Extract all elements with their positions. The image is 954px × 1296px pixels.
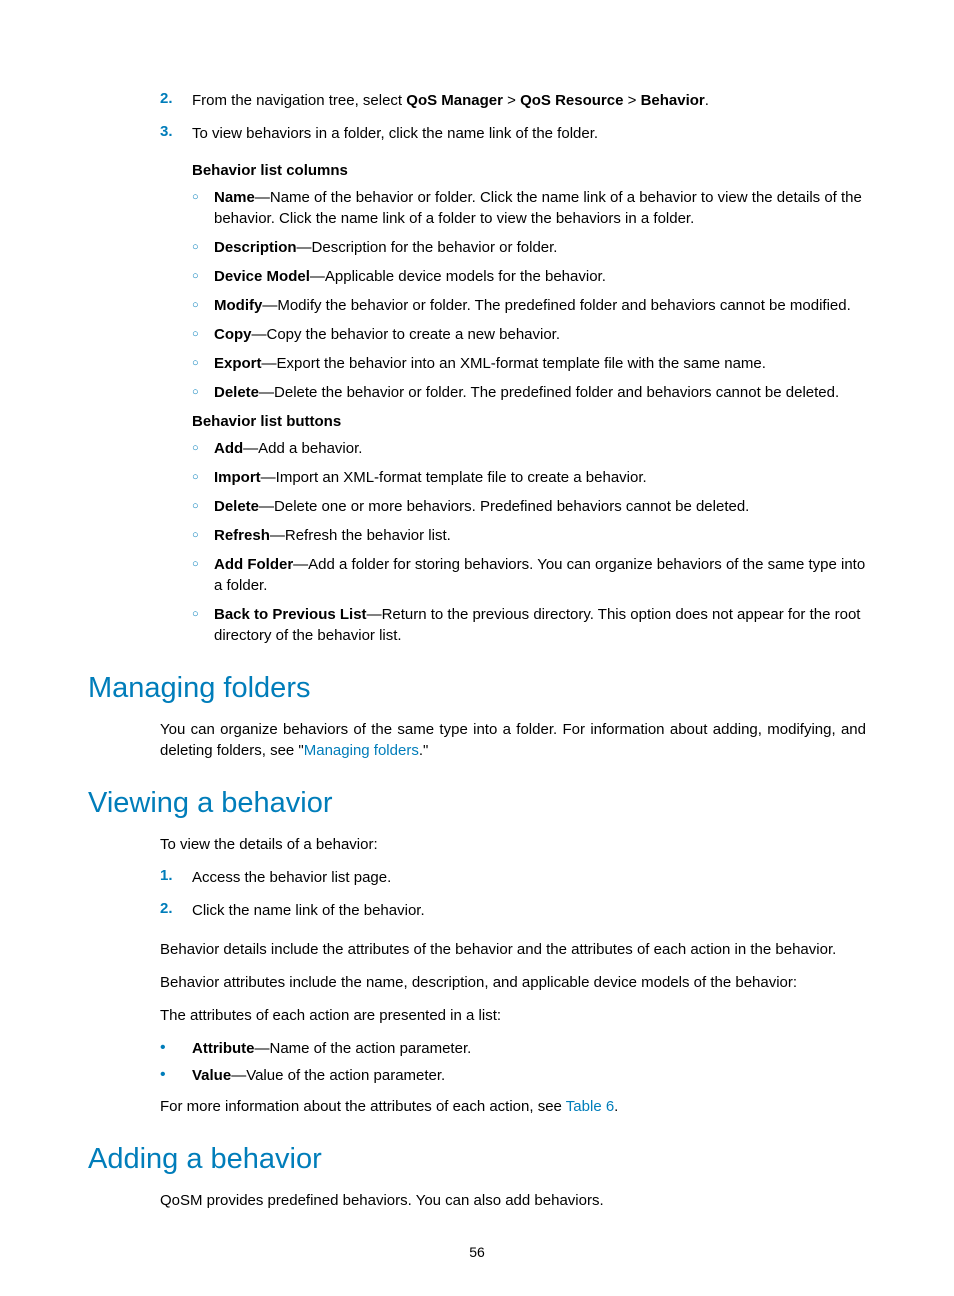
list-item: ○Copy—Copy the behavior to create a new … xyxy=(192,324,866,345)
list-item: ○Name—Name of the behavior or folder. Cl… xyxy=(192,187,866,229)
list-item: ○Add Folder—Add a folder for storing beh… xyxy=(192,554,866,596)
viewing-steps: 1. Access the behavior list page. 2. Cli… xyxy=(160,867,866,921)
step-2: 2. From the navigation tree, select QoS … xyxy=(160,90,866,111)
bullet-icon: ○ xyxy=(192,324,214,342)
list-item: ○Description—Description for the behavio… xyxy=(192,237,866,258)
list-item: •Attribute—Name of the action parameter. xyxy=(160,1038,866,1059)
viewing-intro: To view the details of a behavior: xyxy=(160,834,866,855)
bullet-icon: ○ xyxy=(192,187,214,205)
viewing-step-1: 1. Access the behavior list page. xyxy=(160,867,866,888)
list-item-text: Add Folder—Add a folder for storing beha… xyxy=(214,554,866,596)
step-3: 3. To view behaviors in a folder, click … xyxy=(160,123,866,144)
step-text: Access the behavior list page. xyxy=(192,867,866,888)
list-item-text: Export—Export the behavior into an XML-f… xyxy=(214,353,866,374)
heading-viewing-behavior: Viewing a behavior xyxy=(88,787,866,820)
list-item-text: Refresh—Refresh the behavior list. xyxy=(214,525,866,546)
list-item-text: Delete—Delete one or more behaviors. Pre… xyxy=(214,496,866,517)
list-item: ○Device Model—Applicable device models f… xyxy=(192,266,866,287)
list-item-text: Description—Description for the behavior… xyxy=(214,237,866,258)
managing-folders-paragraph: You can organize behaviors of the same t… xyxy=(160,719,866,761)
bullet-icon: ○ xyxy=(192,382,214,400)
list-item: ○Import—Import an XML-format template fi… xyxy=(192,467,866,488)
viewing-more-info: For more information about the attribute… xyxy=(160,1096,866,1117)
bullet-icon: ○ xyxy=(192,295,214,313)
list-item: ○Export—Export the behavior into an XML-… xyxy=(192,353,866,374)
bullet-icon: ○ xyxy=(192,525,214,543)
viewing-step-2: 2. Click the name link of the behavior. xyxy=(160,900,866,921)
step-text: Click the name link of the behavior. xyxy=(192,900,866,921)
link-table-6[interactable]: Table 6 xyxy=(566,1098,614,1115)
list-item: •Value—Value of the action parameter. xyxy=(160,1065,866,1086)
viewing-p1: Behavior details include the attributes … xyxy=(160,939,866,960)
sub-heading: Behavior list columns xyxy=(192,162,866,179)
step-number: 2. xyxy=(160,90,192,107)
bullet-icon: • xyxy=(160,1038,192,1057)
procedure-steps: 2. From the navigation tree, select QoS … xyxy=(160,90,866,144)
list-item: ○Delete—Delete one or more behaviors. Pr… xyxy=(192,496,866,517)
page-number: 56 xyxy=(0,1244,954,1260)
sub-heading: Behavior list buttons xyxy=(192,413,866,430)
bullet-icon: ○ xyxy=(192,496,214,514)
columns-list: ○Name—Name of the behavior or folder. Cl… xyxy=(192,187,866,403)
list-item: ○Modify—Modify the behavior or folder. T… xyxy=(192,295,866,316)
bullet-icon: ○ xyxy=(192,266,214,284)
step-number: 2. xyxy=(160,900,192,917)
bullet-icon: ○ xyxy=(192,237,214,255)
viewing-p2: Behavior attributes include the name, de… xyxy=(160,972,866,993)
heading-adding-behavior: Adding a behavior xyxy=(88,1143,866,1176)
bullet-icon: ○ xyxy=(192,467,214,485)
bullet-icon: ○ xyxy=(192,353,214,371)
bullet-icon: ○ xyxy=(192,604,214,622)
step-number: 1. xyxy=(160,867,192,884)
list-item-text: Device Model—Applicable device models fo… xyxy=(214,266,866,287)
list-item: ○Delete—Delete the behavior or folder. T… xyxy=(192,382,866,403)
behavior-list-columns-block: Behavior list columns ○Name—Name of the … xyxy=(192,162,866,646)
list-item-text: Attribute—Name of the action parameter. xyxy=(192,1038,866,1059)
buttons-list: ○Add—Add a behavior.○Import—Import an XM… xyxy=(192,438,866,646)
link-managing-folders[interactable]: Managing folders xyxy=(304,742,419,759)
step-text: From the navigation tree, select QoS Man… xyxy=(192,90,866,111)
bullet-icon: ○ xyxy=(192,554,214,572)
step-number: 3. xyxy=(160,123,192,140)
document-page: 2. From the navigation tree, select QoS … xyxy=(0,0,954,1296)
list-item-text: Delete—Delete the behavior or folder. Th… xyxy=(214,382,866,403)
viewing-p3: The attributes of each action are presen… xyxy=(160,1005,866,1026)
action-attributes-list: •Attribute—Name of the action parameter.… xyxy=(160,1038,866,1086)
list-item-text: Modify—Modify the behavior or folder. Th… xyxy=(214,295,866,316)
list-item-text: Value—Value of the action parameter. xyxy=(192,1065,866,1086)
bullet-icon: ○ xyxy=(192,438,214,456)
adding-p1: QoSM provides predefined behaviors. You … xyxy=(160,1190,866,1211)
list-item-text: Copy—Copy the behavior to create a new b… xyxy=(214,324,866,345)
bullet-icon: • xyxy=(160,1065,192,1084)
list-item: ○Back to Previous List—Return to the pre… xyxy=(192,604,866,646)
list-item: ○Refresh—Refresh the behavior list. xyxy=(192,525,866,546)
step-text: To view behaviors in a folder, click the… xyxy=(192,123,866,144)
list-item: ○Add—Add a behavior. xyxy=(192,438,866,459)
list-item-text: Back to Previous List—Return to the prev… xyxy=(214,604,866,646)
heading-managing-folders: Managing folders xyxy=(88,672,866,705)
list-item-text: Add—Add a behavior. xyxy=(214,438,866,459)
list-item-text: Name—Name of the behavior or folder. Cli… xyxy=(214,187,866,229)
list-item-text: Import—Import an XML-format template fil… xyxy=(214,467,866,488)
